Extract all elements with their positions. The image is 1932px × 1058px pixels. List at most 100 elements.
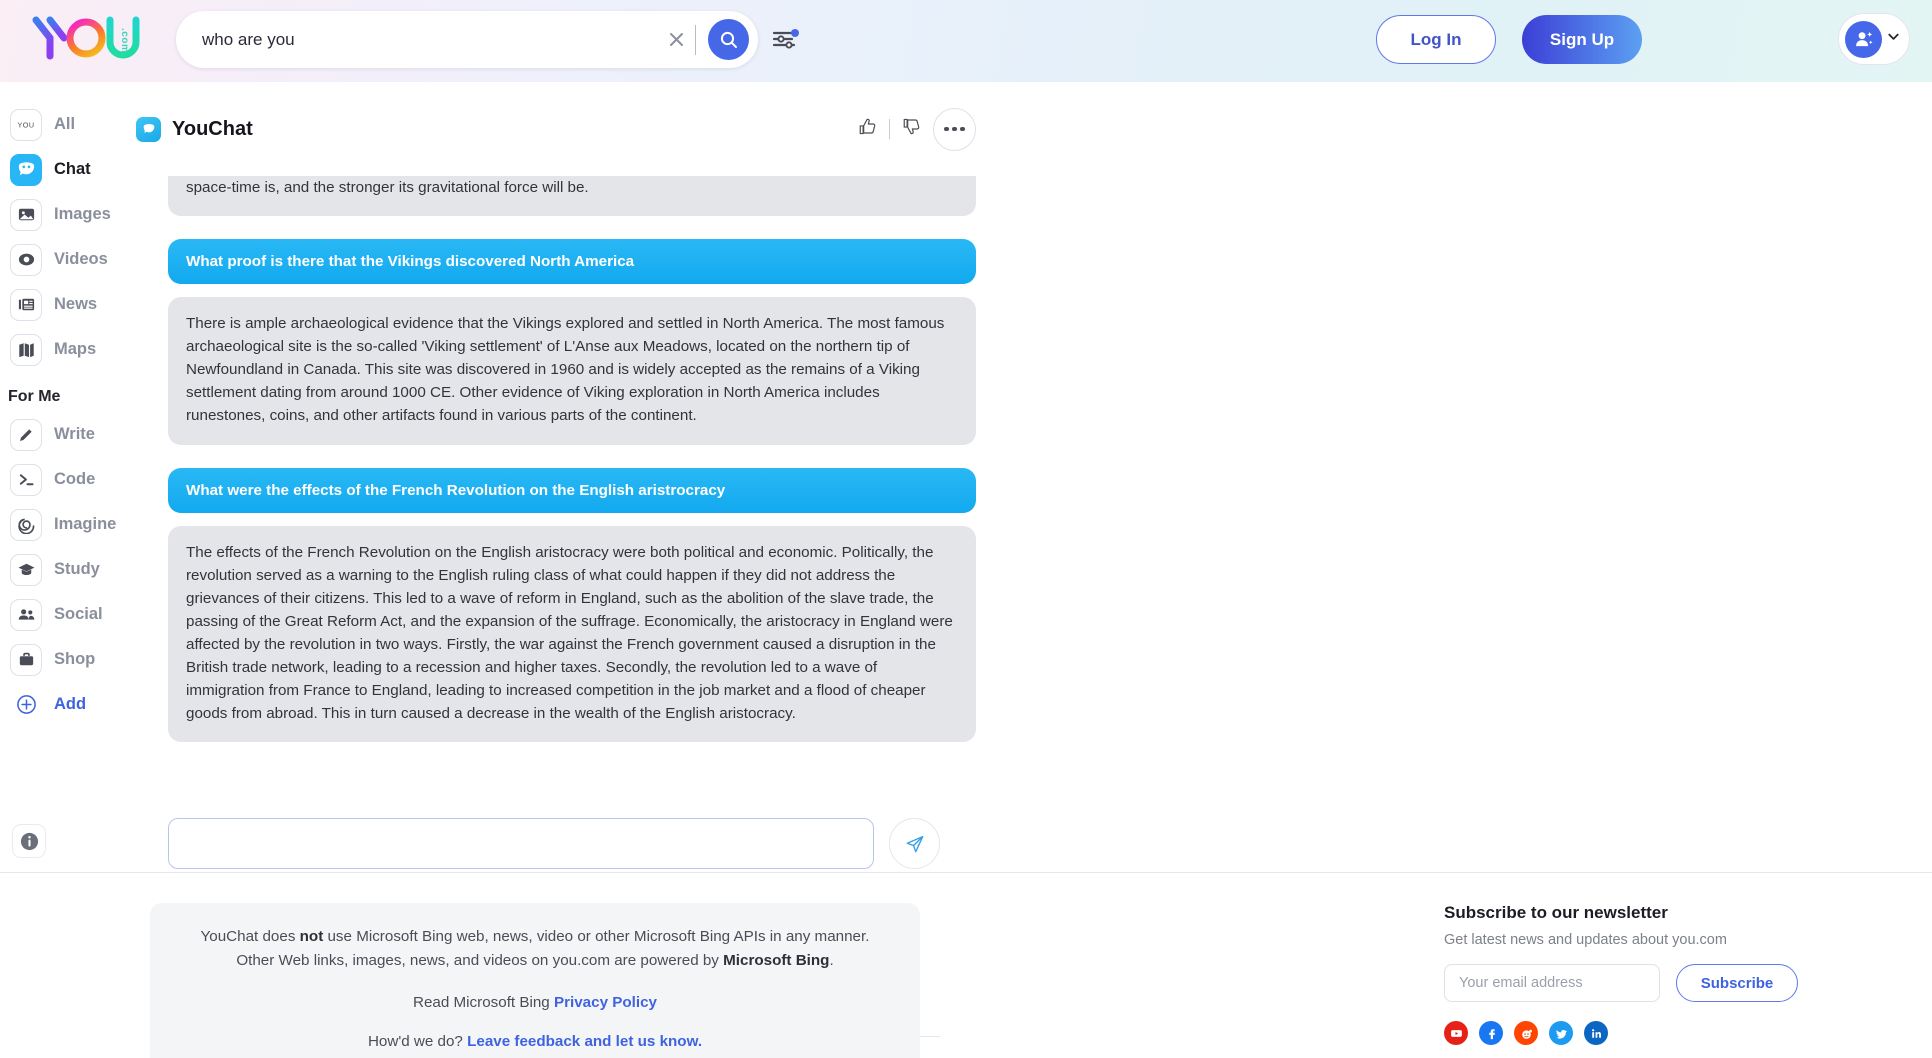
- sidebar-add-button[interactable]: Add: [0, 682, 136, 727]
- footer-divider: [0, 872, 1932, 873]
- assistant-message: There is ample archaeological evidence t…: [168, 297, 976, 445]
- bing-line-1-b: use Microsoft Bing web, news, video or o…: [323, 928, 870, 945]
- sidebar-item-maps[interactable]: Maps: [0, 327, 136, 372]
- sidebar-item-label: Study: [54, 560, 100, 578]
- sidebar-item-label: Videos: [54, 250, 108, 268]
- feedback-link[interactable]: Leave feedback and let us know.: [467, 1033, 702, 1050]
- sidebar-item-label: Chat: [54, 160, 91, 178]
- bing-line-2-bold: Microsoft Bing: [723, 951, 830, 969]
- feedback-prefix: How'd we do?: [367, 1033, 468, 1051]
- sidebar-item-label: Imagine: [54, 515, 117, 533]
- sidebar-item-label: Maps: [54, 340, 97, 358]
- sidebar-item-study[interactable]: Study: [0, 547, 136, 592]
- spiral-icon: [10, 508, 42, 541]
- bing-line-1: YouChat does not use Microsoft Bing web,…: [180, 925, 890, 949]
- feedback-line: How'd we do? Leave feedback and let us k…: [180, 1033, 890, 1050]
- video-icon: [10, 243, 42, 276]
- email-field[interactable]: [1444, 964, 1660, 1002]
- sidebar-item-videos[interactable]: Videos: [0, 237, 136, 282]
- bing-line-2-a: Other Web links, images, news, and video…: [236, 951, 724, 969]
- privacy-prefix: Read Microsoft Bing: [413, 994, 554, 1012]
- chat-smile-icon: [10, 153, 42, 186]
- bing-line-2-b: .: [829, 951, 834, 969]
- bing-notice: YouChat does not use Microsoft Bing web,…: [150, 903, 920, 1058]
- you-logo-icon: YOU: [10, 108, 42, 141]
- sidebar-item-label: Shop: [54, 650, 96, 668]
- signup-button[interactable]: Sign Up: [1522, 15, 1642, 64]
- sidebar-add-label: Add: [54, 695, 87, 713]
- more-horizontal-icon[interactable]: [933, 107, 976, 151]
- youchat-logo-icon: [136, 116, 161, 142]
- sidebar-item-label: News: [54, 295, 98, 313]
- search-icon[interactable]: [708, 19, 749, 60]
- thumbs-down-icon[interactable]: [901, 116, 922, 142]
- reddit-icon[interactable]: [1514, 1021, 1538, 1045]
- user-message: What were the effects of the French Revo…: [168, 467, 976, 513]
- pencil-icon: [10, 418, 42, 451]
- filter-sliders-icon[interactable]: [772, 27, 800, 51]
- chat-panel: YouChat space-time is, and the stronger …: [136, 82, 1008, 872]
- graduation-icon: [10, 553, 42, 586]
- sidebar-item-label: Social: [54, 605, 103, 623]
- close-icon[interactable]: [659, 23, 693, 57]
- newsletter-subtitle: Get latest news and updates about you.co…: [1444, 932, 1727, 948]
- sidebar-item-write[interactable]: Write: [0, 412, 136, 457]
- search-input[interactable]: [176, 29, 659, 50]
- chat-actions: [857, 107, 976, 151]
- logo-com-suffix: .com: [119, 28, 130, 54]
- user-message: What proof is there that the Vikings dis…: [168, 239, 976, 285]
- bing-line-1-a: YouChat does: [200, 928, 300, 945]
- sidebar-item-shop[interactable]: Shop: [0, 637, 136, 682]
- chat-header: YouChat: [136, 82, 1008, 176]
- sidebar-item-social[interactable]: Social: [0, 592, 136, 637]
- sidebar-section-for-me: For Me: [8, 388, 61, 405]
- linkedin-icon[interactable]: [1584, 1021, 1608, 1045]
- bing-line-1-bold: not: [299, 928, 324, 945]
- privacy-policy-line: Read Microsoft Bing Privacy Policy: [180, 994, 890, 1011]
- top-header: .com who are you Log In Sign Up: [0, 0, 1932, 82]
- people-icon: [10, 598, 42, 631]
- news-icon: [10, 288, 42, 321]
- newsletter-form: Subscribe: [1444, 964, 1864, 1002]
- assistant-message: space-time is, and the stronger its grav…: [168, 176, 976, 217]
- image-icon: [10, 198, 42, 231]
- twitter-icon[interactable]: [1549, 1021, 1573, 1045]
- map-icon: [10, 333, 42, 366]
- sidebar-item-code[interactable]: Code: [0, 457, 136, 502]
- send-paper-plane-icon[interactable]: [889, 818, 940, 869]
- you-logo[interactable]: .com: [30, 10, 150, 66]
- sidebar-item-imagine[interactable]: Imagine: [0, 502, 136, 547]
- terminal-icon: [10, 463, 42, 496]
- youtube-icon[interactable]: [1444, 1021, 1468, 1045]
- sidebar-item-chat[interactable]: Chat: [0, 147, 136, 192]
- sidebar-item-label: Code: [54, 470, 96, 488]
- chevron-down-icon: [1886, 29, 1901, 49]
- sidebar-item-news[interactable]: News: [0, 282, 136, 327]
- newsletter-title: Subscribe to our newsletter: [1444, 903, 1668, 922]
- subscribe-button[interactable]: Subscribe: [1676, 964, 1798, 1002]
- message-composer[interactable]: [168, 818, 874, 869]
- chat-thread: space-time is, and the stronger its grav…: [136, 176, 1008, 796]
- composer-row: [168, 818, 980, 869]
- divider: [889, 119, 890, 139]
- sidebar-item-label: Images: [54, 205, 111, 223]
- footer: YouChat does not use Microsoft Bing web,…: [0, 873, 1932, 1058]
- divider: [695, 24, 696, 55]
- social-links: [1444, 1021, 1864, 1045]
- privacy-policy-link[interactable]: Privacy Policy: [554, 994, 657, 1011]
- sidebar-item-label: All: [54, 115, 76, 133]
- sidebar-item-all[interactable]: YOU All: [0, 102, 136, 147]
- facebook-icon[interactable]: [1479, 1021, 1503, 1045]
- newsletter-section: Subscribe to our newsletter Get latest n…: [1444, 903, 1864, 1045]
- sidebar: YOU All Chat Images Videos News Maps For…: [0, 82, 136, 872]
- search-bar[interactable]: [176, 11, 758, 68]
- thumbs-up-icon[interactable]: [857, 116, 878, 142]
- chat-brand: YouChat: [136, 116, 253, 142]
- message-input[interactable]: [184, 835, 873, 852]
- account-menu[interactable]: [1838, 13, 1910, 65]
- info-icon[interactable]: [12, 824, 46, 858]
- login-button[interactable]: Log In: [1376, 15, 1496, 64]
- chat-title: YouChat: [172, 117, 253, 140]
- svg-text:YOU: YOU: [17, 120, 34, 129]
- sidebar-item-images[interactable]: Images: [0, 192, 136, 237]
